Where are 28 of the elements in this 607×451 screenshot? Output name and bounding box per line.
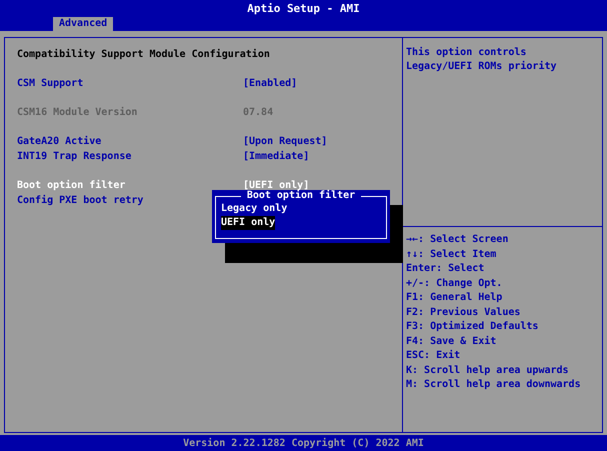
help-text: This option controls Legacy/UEFI ROMs priority: [406, 47, 557, 72]
window-title: Aptio Setup - AMI: [246, 1, 361, 16]
section-heading: Compatibility Support Module Configuration: [17, 48, 270, 62]
setting-label[interactable]: Boot option filter: [17, 178, 243, 193]
key-hint: K: Scroll help area upwards: [406, 364, 570, 378]
key-hint: ↑↓: Select Item: [406, 248, 498, 262]
setting-value[interactable]: [Upon Request]: [243, 134, 328, 149]
setting-label[interactable]: CSM Support: [17, 76, 243, 91]
key-hint: ESC: Exit: [406, 349, 462, 363]
menu-tab[interactable]: Advanced: [53, 17, 114, 31]
version-text: Version 2.22.1282 Copyright (C) 2022 AMI: [0, 435, 607, 451]
key-hint: F3: Optimized Defaults: [406, 320, 540, 334]
setting-value[interactable]: [Immediate]: [243, 149, 310, 164]
key-hint: M: Scroll help area downwards: [406, 378, 582, 392]
key-hint: F4: Save & Exit: [406, 334, 498, 348]
setting-value[interactable]: [Enabled]: [243, 76, 298, 91]
popup-title: Boot option filter: [246, 190, 356, 202]
key-hint: F1: General Help: [406, 291, 504, 305]
setting-label: CSM16 Module Version: [17, 106, 138, 120]
setting-label[interactable]: GateA20 Active: [17, 134, 243, 149]
key-hint: Enter: Select: [406, 262, 486, 276]
popup-option[interactable]: Legacy only: [221, 202, 288, 216]
setting-label[interactable]: INT19 Trap Response: [17, 149, 243, 164]
key-hint: F2: Previous Values: [406, 306, 522, 320]
setting-value: 07.84: [243, 106, 274, 120]
key-hint: +/-: Change Opt.: [406, 276, 504, 290]
popup-option[interactable]: UEFI only: [221, 216, 276, 230]
key-hint: →←: Select Screen: [406, 233, 510, 247]
